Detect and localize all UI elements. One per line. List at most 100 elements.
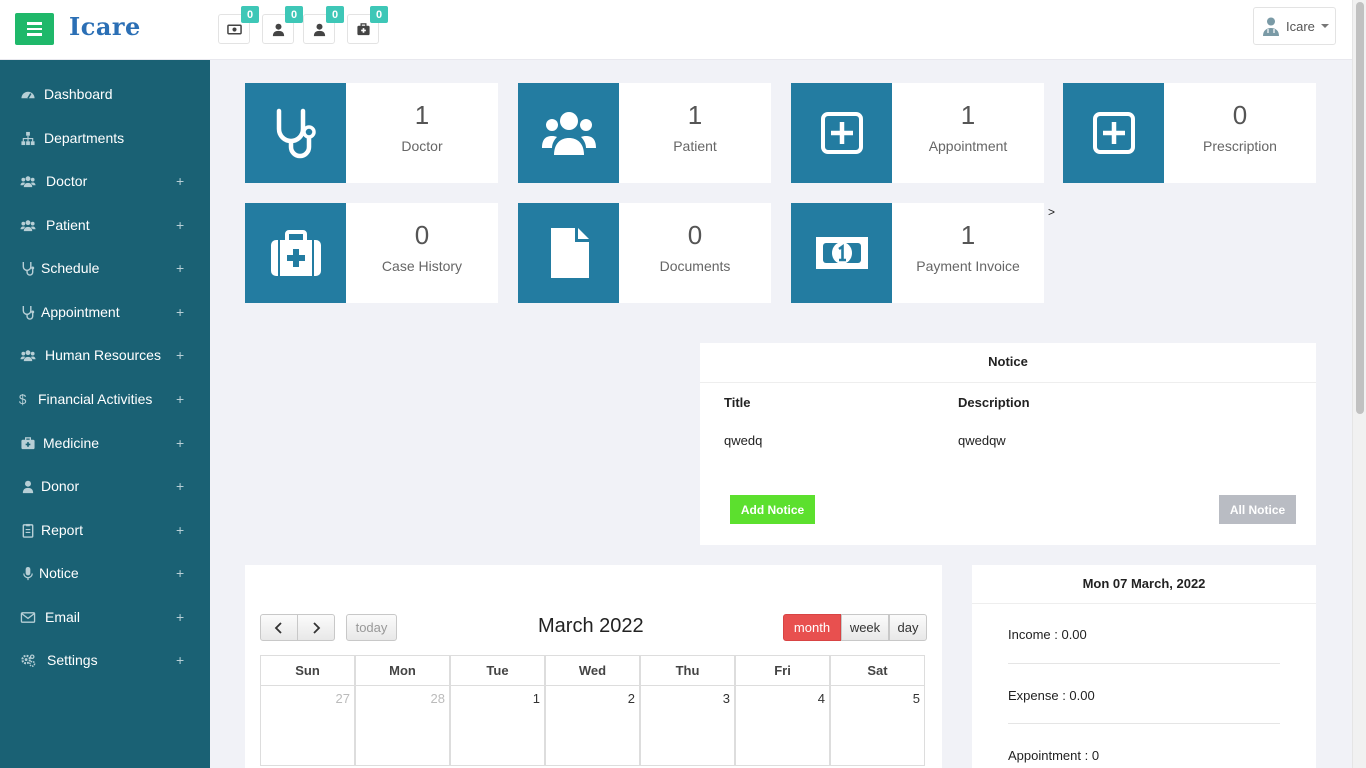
stat-value: 1: [414, 100, 430, 130]
appointment-stat-card[interactable]: 1 Appointment: [791, 83, 1044, 183]
medkit-icon: [356, 22, 370, 35]
sidebar-item-patient[interactable]: Patient +: [0, 205, 210, 245]
calendar-day-cell[interactable]: 2: [545, 686, 640, 766]
medicine-notification-button[interactable]: 0: [347, 6, 388, 44]
patient-notification-button[interactable]: 0: [262, 6, 303, 44]
payment-invoice-stat-card[interactable]: 1 Payment Invoice: [791, 203, 1044, 303]
sidebar-item-label: Financial Activities: [38, 391, 153, 407]
user-name: Icare: [1286, 18, 1315, 34]
stat-value: 1: [960, 100, 976, 130]
sidebar-item-label: Schedule: [41, 260, 100, 276]
documents-stat-card[interactable]: 0 Documents: [518, 203, 771, 303]
sidebar-item-label: Medicine: [43, 435, 100, 451]
sidebar-item-email[interactable]: Email +: [0, 597, 210, 637]
calendar-week-view-button[interactable]: week: [841, 614, 889, 641]
stat-value: 1: [687, 100, 703, 130]
sidebar: Dashboard Departments Doctor + Patient +…: [0, 60, 210, 768]
stat-label: Payment Invoice: [916, 258, 1020, 274]
divider: [1008, 723, 1280, 724]
medkit-icon: [270, 230, 321, 276]
expand-plus-icon: +: [176, 260, 185, 276]
sidebar-item-notice[interactable]: Notice +: [0, 553, 210, 593]
scrollbar-thumb[interactable]: [1356, 2, 1364, 414]
sidebar-item-report[interactable]: Report +: [0, 510, 210, 550]
patient-stat-card[interactable]: 1 Patient: [518, 83, 771, 183]
notice-row-title: qwedq: [724, 433, 763, 448]
stat-label: Documents: [659, 258, 731, 274]
weekday-header: Thu: [640, 655, 735, 686]
sidebar-item-human-resources[interactable]: Human Resources +: [0, 335, 210, 375]
sidebar-item-label: Dashboard: [44, 86, 113, 102]
chevron-right-icon: [313, 621, 321, 634]
prescription-stat-card[interactable]: 0 Prescription: [1063, 83, 1316, 183]
add-notice-button[interactable]: Add Notice: [730, 495, 815, 524]
doctor-notification-button[interactable]: 0: [303, 6, 344, 44]
notification-count-badge: 0: [285, 6, 303, 23]
page-scrollbar[interactable]: [1352, 0, 1366, 768]
money-icon: [815, 237, 868, 269]
calendar-panel: today March 2022 month week day Sun Mon …: [245, 565, 942, 768]
all-notice-button[interactable]: All Notice: [1219, 495, 1296, 524]
sidebar-item-donor[interactable]: Donor +: [0, 466, 210, 506]
calendar-day-cell[interactable]: 28: [355, 686, 450, 766]
sidebar-item-doctor[interactable]: Doctor +: [0, 161, 210, 201]
calendar-prev-button[interactable]: [260, 614, 298, 641]
brand-logo[interactable]: Icare: [69, 12, 141, 41]
summary-date: Mon 07 March, 2022: [972, 565, 1316, 604]
caret-down-icon: [1320, 24, 1329, 28]
calendar-title: March 2022: [538, 615, 644, 637]
notice-panel: Notice Title Description qwedq qwedqw Ad…: [700, 343, 1316, 545]
expand-plus-icon: +: [176, 347, 185, 363]
stat-icon-box: [245, 83, 346, 183]
expand-plus-icon: +: [176, 478, 185, 494]
payment-notification-button[interactable]: 0: [218, 6, 259, 44]
sidebar-item-medicine[interactable]: Medicine +: [0, 423, 210, 463]
expand-plus-icon: +: [176, 435, 185, 451]
calendar-day-cell[interactable]: 3: [640, 686, 735, 766]
sidebar-item-appointment[interactable]: Appointment +: [0, 292, 210, 332]
plus-square-icon: [1092, 112, 1135, 154]
summary-income: Income : 0.00: [1008, 627, 1087, 642]
sidebar-item-label: Email: [45, 609, 81, 625]
stray-text: >: [1048, 205, 1056, 219]
calendar-today-button[interactable]: today: [346, 614, 397, 641]
user-menu-dropdown[interactable]: Icare: [1253, 7, 1336, 45]
stat-icon-box: [791, 203, 892, 303]
stat-label: Doctor: [401, 138, 443, 154]
sidebar-item-financial-activities[interactable]: $ Financial Activities +: [0, 379, 210, 419]
users-icon: [19, 173, 37, 189]
calendar-day-cell[interactable]: 4: [735, 686, 830, 766]
sidebar-item-departments[interactable]: Departments: [0, 118, 210, 158]
expand-plus-icon: +: [176, 565, 185, 581]
summary-appointment: Appointment : 0: [1008, 748, 1100, 763]
sidebar-item-label: Departments: [44, 130, 125, 146]
sidebar-item-settings[interactable]: Settings +: [0, 640, 210, 680]
sidebar-toggle-button[interactable]: [15, 13, 54, 45]
expand-plus-icon: +: [176, 652, 185, 668]
stethoscope-icon: [19, 260, 37, 276]
weekday-header: Wed: [545, 655, 640, 686]
user-icon: [313, 23, 325, 36]
stethoscope-icon: [276, 108, 316, 159]
calendar-next-button[interactable]: [297, 614, 335, 641]
users-icon: [541, 112, 596, 155]
calendar-month-view-button[interactable]: month: [783, 614, 841, 641]
weekday-header: Sun: [260, 655, 355, 686]
stat-label: Appointment: [928, 138, 1008, 154]
calendar-day-cell[interactable]: 5: [830, 686, 925, 766]
top-header: Icare 0 0 0 0 Icare: [0, 0, 1352, 60]
calendar-day-view-button[interactable]: day: [889, 614, 927, 641]
calendar-day-cell[interactable]: 27: [260, 686, 355, 766]
divider: [1008, 663, 1280, 664]
sidebar-item-schedule[interactable]: Schedule +: [0, 248, 210, 288]
stat-value: 0: [1232, 100, 1248, 130]
doctor-stat-card[interactable]: 1 Doctor: [245, 83, 498, 183]
svg-text:$: $: [18, 392, 26, 407]
stethoscope-icon: [19, 304, 37, 320]
case-history-stat-card[interactable]: 0 Case History: [245, 203, 498, 303]
sidebar-item-dashboard[interactable]: Dashboard: [0, 74, 210, 114]
sidebar-item-label: Notice: [39, 565, 79, 581]
file-icon: [550, 228, 589, 278]
calendar-day-cell[interactable]: 1: [450, 686, 545, 766]
plus-square-icon: [820, 112, 863, 154]
